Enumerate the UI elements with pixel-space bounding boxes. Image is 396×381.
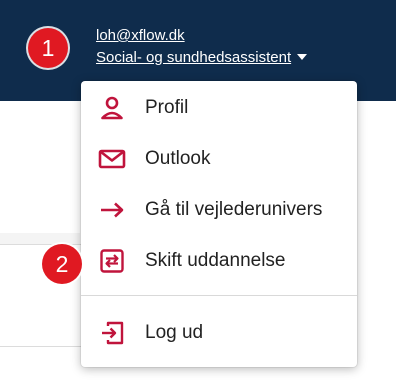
background-content xyxy=(0,233,80,244)
menu-divider xyxy=(81,295,357,296)
user-email[interactable]: loh@xflow.dk xyxy=(96,26,307,46)
menu-item-skift-uddannelse[interactable]: Skift uddannelse xyxy=(81,237,357,285)
menu-item-vejlederunivers[interactable]: Gå til vejlederunivers xyxy=(81,186,357,234)
person-icon xyxy=(95,93,129,123)
menu-item-label: Gå til vejlederunivers xyxy=(145,199,323,220)
menu-item-label: Log ud xyxy=(145,322,204,343)
arrow-right-icon xyxy=(95,195,129,225)
user-dropdown-menu: Profil Outlook Gå til vejlederunivers Sk… xyxy=(81,81,357,367)
menu-item-label: Skift uddannelse xyxy=(145,250,286,271)
mail-icon xyxy=(95,144,129,174)
user-menu-toggle[interactable]: loh@xflow.dk Social- og sundhedsassisten… xyxy=(96,26,308,68)
menu-item-label: Outlook xyxy=(145,148,211,169)
switch-icon xyxy=(95,246,129,276)
background-divider xyxy=(0,346,82,347)
menu-item-label: Profil xyxy=(145,97,189,118)
menu-item-profil[interactable]: Profil xyxy=(81,84,357,132)
caret-down-icon xyxy=(297,54,308,60)
education-dropdown-toggle[interactable]: Social- og sundhedsassistent xyxy=(96,48,308,68)
menu-item-log-ud[interactable]: Log ud xyxy=(81,309,357,357)
logout-icon xyxy=(95,318,129,348)
menu-item-outlook[interactable]: Outlook xyxy=(81,135,357,183)
step-marker-1: 1 xyxy=(28,28,68,68)
step-marker-2: 2 xyxy=(42,244,82,284)
education-role-label: Social- og sundhedsassistent xyxy=(96,49,292,66)
